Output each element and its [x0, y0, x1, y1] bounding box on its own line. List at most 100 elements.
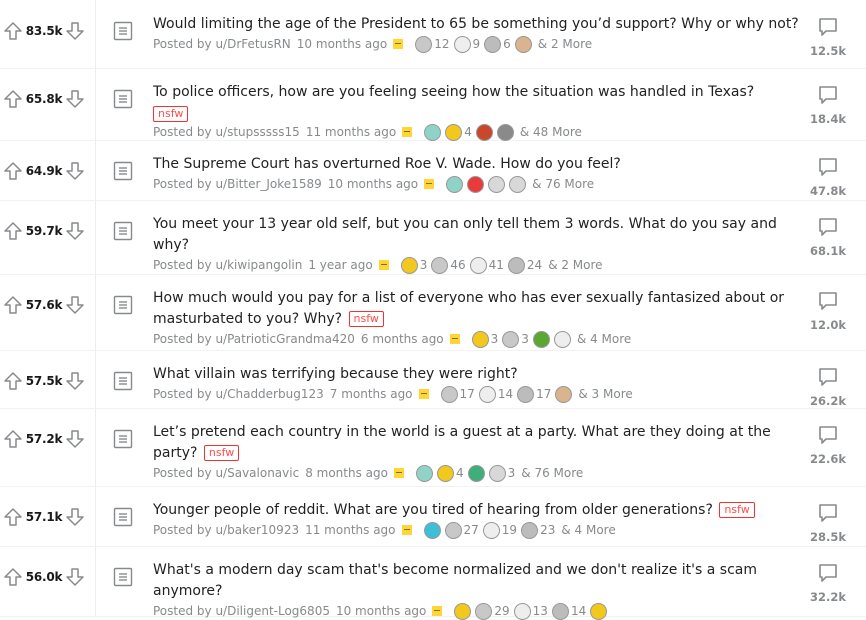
downvote-button[interactable]: [64, 370, 86, 392]
award[interactable]: [424, 123, 442, 141]
post-title-container[interactable]: The Supreme Court has overturned Roe V. …: [153, 154, 803, 175]
post-title[interactable]: Would limiting the age of the President …: [153, 16, 799, 32]
award[interactable]: [467, 175, 485, 193]
post-row[interactable]: 83.5k Would limiting the age of the Pres…: [0, 0, 866, 69]
downvote-button[interactable]: [64, 88, 86, 110]
comments-button[interactable]: 28.5k: [806, 502, 850, 544]
award[interactable]: 23: [521, 521, 555, 539]
comments-button[interactable]: 68.1k: [806, 216, 850, 258]
comments-button[interactable]: 32.2k: [806, 562, 850, 604]
post-title-container[interactable]: How much would you pay for a list of eve…: [153, 288, 803, 330]
more-awards-link[interactable]: & 48 More: [520, 123, 582, 141]
downvote-button[interactable]: [64, 20, 86, 42]
post-row[interactable]: 65.8k To police officers, how are you fe…: [0, 68, 866, 141]
post-time[interactable]: 10 months ago: [328, 175, 418, 193]
more-awards-link[interactable]: & 76 More: [521, 464, 583, 482]
post-title-container[interactable]: Would limiting the age of the President …: [153, 14, 803, 35]
post-time[interactable]: 1 year ago: [308, 256, 372, 274]
post-title[interactable]: The Supreme Court has overturned Roe V. …: [153, 156, 621, 172]
award[interactable]: 4: [445, 123, 472, 141]
downvote-button[interactable]: [64, 506, 86, 528]
downvote-button[interactable]: [64, 428, 86, 450]
post-author[interactable]: Posted by u/stupsssss15: [153, 123, 300, 141]
post-title-container[interactable]: Let’s pretend each country in the world …: [153, 422, 803, 464]
award[interactable]: 3: [488, 464, 515, 482]
upvote-button[interactable]: [2, 566, 24, 588]
award[interactable]: 6: [484, 35, 511, 53]
award[interactable]: [446, 175, 464, 193]
award[interactable]: [553, 330, 571, 348]
post-title[interactable]: Younger people of reddit. What are you t…: [153, 502, 713, 518]
post-title-container[interactable]: To police officers, how are you feeling …: [153, 82, 803, 103]
upvote-button[interactable]: [2, 20, 24, 42]
comments-button[interactable]: 26.2k: [806, 366, 850, 408]
award[interactable]: 41: [469, 256, 504, 274]
post-row[interactable]: 64.9k The Supreme Court has overturned R…: [0, 140, 866, 201]
award[interactable]: 3: [471, 330, 498, 348]
award[interactable]: 17: [440, 385, 475, 403]
more-awards-link[interactable]: & 4 More: [561, 521, 615, 539]
upvote-button[interactable]: [2, 506, 24, 528]
award[interactable]: [475, 123, 493, 141]
award[interactable]: [488, 175, 506, 193]
award[interactable]: [532, 330, 550, 348]
comments-button[interactable]: 12.0k: [806, 290, 850, 332]
upvote-button[interactable]: [2, 160, 24, 182]
downvote-button[interactable]: [64, 294, 86, 316]
more-awards-link[interactable]: & 4 More: [577, 330, 631, 348]
award[interactable]: 29: [475, 602, 510, 620]
upvote-button[interactable]: [2, 220, 24, 242]
award[interactable]: 46: [431, 256, 466, 274]
award[interactable]: 9: [453, 35, 480, 53]
post-title[interactable]: Let’s pretend each country in the world …: [153, 424, 771, 461]
post-title[interactable]: You meet your 13 year old self, but you …: [153, 216, 777, 253]
award[interactable]: 3: [400, 256, 427, 274]
post-title[interactable]: What's a modern day scam that's become n…: [153, 562, 757, 599]
post-time[interactable]: 11 months ago: [306, 123, 396, 141]
post-row[interactable]: 59.7k You meet your 13 year old self, bu…: [0, 200, 866, 275]
post-row[interactable]: 57.1k Younger people of reddit. What are…: [0, 486, 866, 547]
upvote-button[interactable]: [2, 294, 24, 316]
post-row[interactable]: 57.5k What villain was terrifying becaus…: [0, 350, 866, 409]
award[interactable]: 14: [551, 602, 586, 620]
award[interactable]: [590, 602, 608, 620]
comments-button[interactable]: 47.8k: [806, 156, 850, 198]
award[interactable]: 12: [415, 35, 450, 53]
post-author[interactable]: Posted by u/Bitter_Joke1589: [153, 175, 322, 193]
award[interactable]: 4: [436, 464, 464, 482]
post-title[interactable]: What villain was terrifying because they…: [153, 366, 518, 382]
post-title[interactable]: To police officers, how are you feeling …: [153, 84, 754, 100]
post-row[interactable]: 57.6k How much would you pay for a list …: [0, 274, 866, 351]
award[interactable]: 24: [507, 256, 542, 274]
post-author[interactable]: Posted by u/Savalonavic: [153, 464, 299, 482]
award[interactable]: [514, 35, 532, 53]
more-awards-link[interactable]: & 2 More: [548, 256, 602, 274]
downvote-button[interactable]: [64, 220, 86, 242]
post-time[interactable]: 8 months ago: [305, 464, 388, 482]
comments-button[interactable]: 12.5k: [806, 16, 850, 58]
post-row[interactable]: 57.2k Let’s pretend each country in the …: [0, 408, 866, 487]
award[interactable]: 3: [502, 330, 529, 348]
upvote-button[interactable]: [2, 370, 24, 392]
post-author[interactable]: Posted by u/PatrioticGrandma420: [153, 330, 355, 348]
award[interactable]: 19: [482, 521, 517, 539]
more-awards-link[interactable]: & 3 More: [578, 385, 632, 403]
award[interactable]: [415, 464, 433, 482]
award[interactable]: 13: [513, 602, 548, 620]
post-time[interactable]: 6 months ago: [361, 330, 444, 348]
post-author[interactable]: Posted by u/baker10923: [153, 521, 299, 539]
award[interactable]: [467, 464, 485, 482]
award[interactable]: 14: [478, 385, 513, 403]
more-awards-link[interactable]: & 76 More: [532, 175, 594, 193]
post-title-container[interactable]: Younger people of reddit. What are you t…: [153, 500, 803, 521]
comments-button[interactable]: 22.6k: [806, 424, 850, 466]
comments-button[interactable]: 18.4k: [806, 84, 850, 126]
award[interactable]: [555, 385, 573, 403]
post-time[interactable]: 7 months ago: [330, 385, 413, 403]
upvote-button[interactable]: [2, 88, 24, 110]
award[interactable]: [454, 602, 472, 620]
upvote-button[interactable]: [2, 428, 24, 450]
more-awards-link[interactable]: & 2 More: [538, 35, 592, 53]
post-title[interactable]: How much would you pay for a list of eve…: [153, 290, 784, 327]
award[interactable]: [509, 175, 527, 193]
